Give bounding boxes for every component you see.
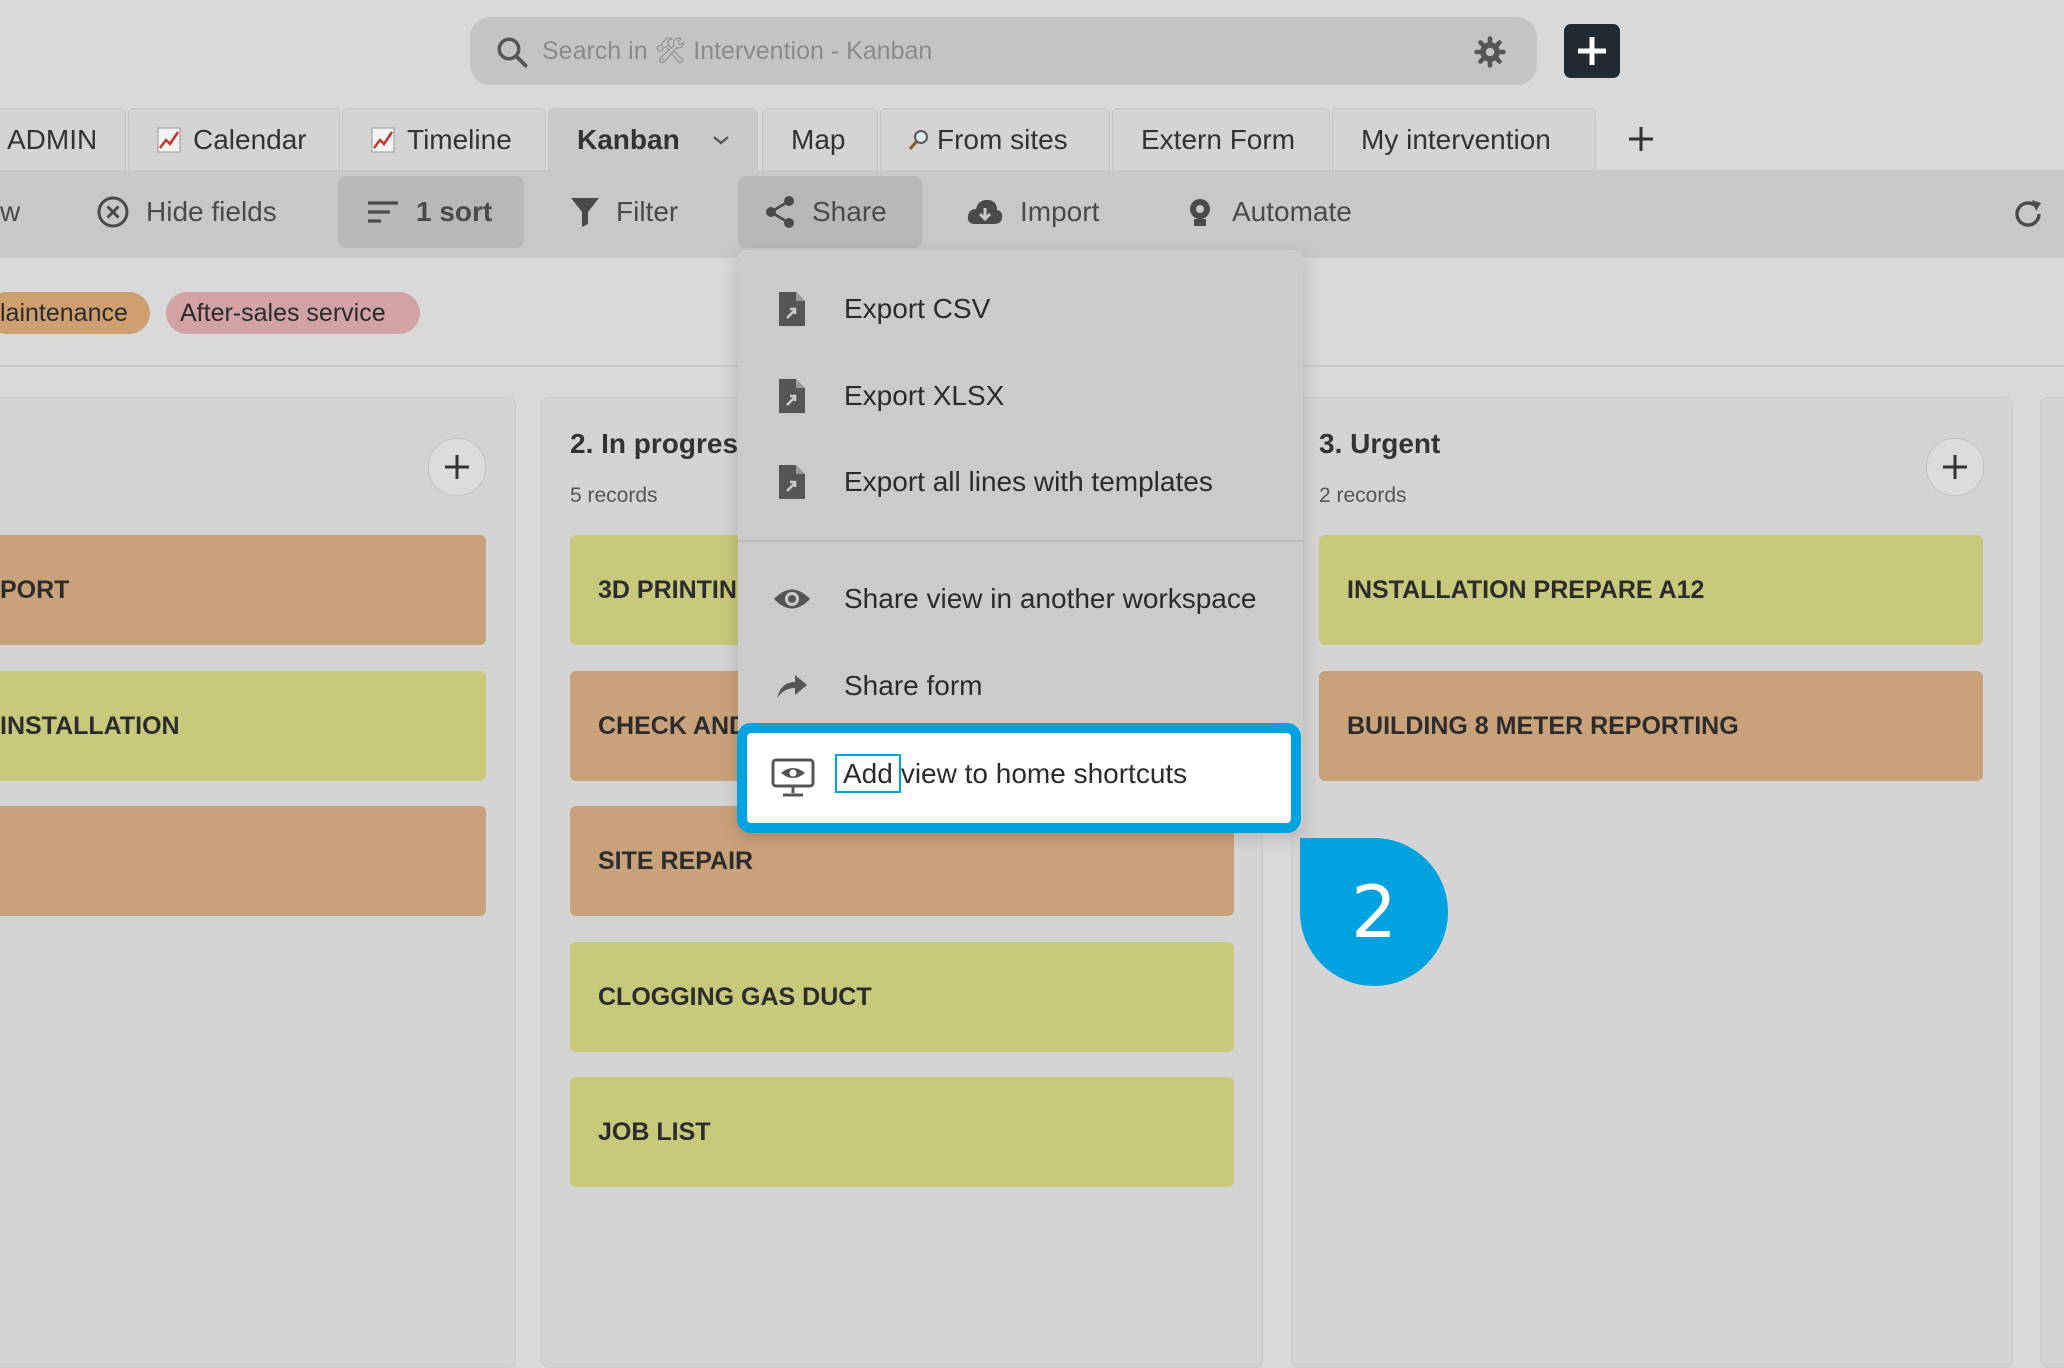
search-input[interactable]: Search in 🛠 Intervention - Kanban	[542, 37, 932, 66]
circle-x-icon	[97, 196, 129, 228]
magnifier-icon	[908, 129, 928, 150]
kanban-card[interactable]	[0, 806, 486, 916]
cloud-download-icon	[967, 200, 1003, 224]
column-title: 2. In progres	[570, 428, 739, 459]
create-button[interactable]	[1564, 24, 1620, 78]
file-export-icon	[779, 292, 805, 326]
highlighted-word-add: Add	[835, 754, 901, 793]
tag-maintenance[interactable]: laintenance	[0, 292, 150, 334]
filter-icon	[571, 198, 599, 227]
tab-my-intervention[interactable]: My intervention	[1332, 108, 1596, 170]
kanban-column	[2040, 397, 2064, 1368]
kanban-card[interactable]: CLOGGING GAS DUCT	[570, 942, 1234, 1052]
kanban-card[interactable]: JOB LIST	[570, 1077, 1234, 1187]
plus-icon	[445, 455, 469, 479]
share-button[interactable]: Share	[738, 176, 922, 248]
eye-icon	[774, 589, 810, 609]
plus-icon	[1943, 455, 1967, 479]
file-export-icon	[779, 465, 805, 499]
chart-up-icon	[157, 127, 181, 152]
tab-map[interactable]: Map	[762, 108, 878, 170]
view-toolbar: w Hide fields 1 sort Filter Share Import…	[0, 170, 2064, 258]
import-button[interactable]: Import	[966, 176, 1099, 248]
kanban-card[interactable]: INSTALLATION PREPARE A12	[1319, 535, 1983, 645]
menu-divider	[738, 540, 1303, 542]
automate-button[interactable]: Automate	[1184, 176, 1352, 248]
tag-after-sales[interactable]: After-sales service	[166, 292, 420, 334]
share-icon	[766, 196, 794, 228]
share-form-item[interactable]: Share form	[738, 643, 1303, 729]
gear-icon[interactable]	[1473, 35, 1507, 69]
step-badge: 2	[1300, 838, 1448, 986]
hide-fields-button[interactable]: Hide fields	[96, 176, 277, 248]
sort-icon	[368, 201, 398, 223]
add-card-button[interactable]	[1926, 438, 1984, 496]
export-templates-item[interactable]: Export all lines with templates	[738, 439, 1303, 525]
menu-item-label: view to home shortcuts	[900, 758, 1188, 789]
export-csv-item[interactable]: Export CSV	[738, 266, 1303, 352]
tab-calendar[interactable]: Calendar	[128, 108, 340, 170]
tab-extern-form[interactable]: Extern Form	[1112, 108, 1330, 170]
kanban-card[interactable]: INSTALLATION	[0, 671, 486, 781]
add-view-home-shortcuts-item[interactable]: Add view to home shortcuts	[737, 723, 1301, 833]
refresh-icon[interactable]	[2012, 198, 2044, 230]
robot-gear-icon	[1190, 199, 1210, 226]
tab-admin[interactable]: ADMIN	[0, 108, 126, 170]
monitor-eye-icon	[771, 758, 815, 797]
add-tab-icon[interactable]	[1626, 124, 1656, 154]
search-bar[interactable]: Search in 🛠 Intervention - Kanban	[470, 17, 1537, 85]
plus-icon	[1578, 37, 1606, 65]
sort-button[interactable]: 1 sort	[338, 176, 524, 248]
kanban-card[interactable]: BUILDING 8 METER REPORTING	[1319, 671, 1983, 781]
export-xlsx-item[interactable]: Export XLSX	[738, 353, 1303, 439]
column-record-count: 2 records	[1319, 484, 1407, 507]
kanban-card[interactable]: PORT	[0, 535, 486, 645]
add-card-button[interactable]	[428, 438, 486, 496]
tab-from-sites[interactable]: From sites	[880, 108, 1110, 170]
column-record-count: 5 records	[570, 484, 658, 507]
chart-up-icon	[371, 127, 395, 152]
filter-button[interactable]: Filter	[570, 176, 678, 248]
tab-timeline[interactable]: Timeline	[342, 108, 546, 170]
column-title: 3. Urgent	[1319, 428, 1441, 459]
share-arrow-icon	[777, 675, 807, 698]
search-icon	[497, 37, 528, 68]
tab-kanban[interactable]: Kanban	[548, 108, 758, 170]
file-export-icon	[779, 379, 805, 413]
share-view-workspace-item[interactable]: Share view in another workspace	[738, 556, 1303, 642]
chevron-down-icon[interactable]	[712, 134, 730, 146]
view-menu-button[interactable]: w	[0, 176, 20, 248]
